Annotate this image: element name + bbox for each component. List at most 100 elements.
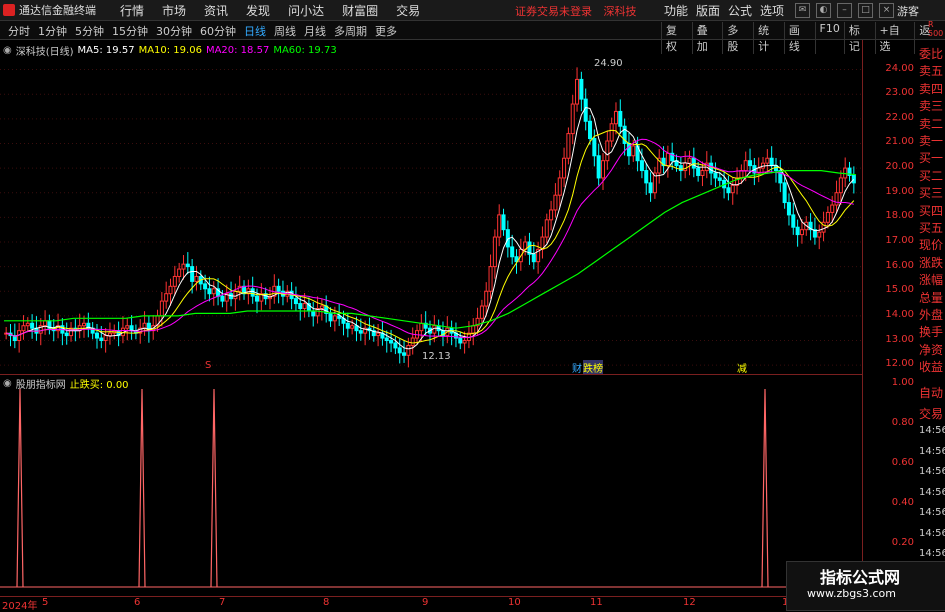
candle-body [172, 275, 177, 287]
menu-item-shichang[interactable]: 市场 [153, 2, 195, 19]
options-menu[interactable]: 选项 [760, 2, 784, 19]
minimize-icon[interactable]: – [837, 3, 852, 18]
side-sub-item: 14:56 [919, 486, 945, 498]
formula-menu[interactable]: 公式 [728, 2, 752, 19]
candle-body [479, 305, 484, 319]
side-item[interactable]: 涨幅 [919, 271, 943, 288]
menu-item-hangqing[interactable]: 行情 [111, 2, 153, 19]
side-item[interactable]: 卖三 [919, 97, 943, 114]
tab-weekly[interactable]: 周线 [270, 23, 300, 39]
side-item[interactable]: 换手 [919, 323, 943, 340]
indicator-settings-icon[interactable]: ◉ [3, 378, 12, 389]
menu-item-zixun[interactable]: 资讯 [195, 2, 237, 19]
tab-15min[interactable]: 15分钟 [108, 23, 152, 39]
side-item[interactable]: 买一 [919, 149, 943, 166]
side-item[interactable]: 收益 [919, 358, 943, 375]
high-price-label: 24.90 [594, 58, 623, 69]
price-tick: 14.00 [885, 308, 914, 320]
side-item[interactable]: 卖一 [919, 132, 943, 149]
candle-body [302, 303, 307, 309]
candle-body [553, 194, 558, 211]
tab-multi-period[interactable]: 多周期 [330, 23, 371, 39]
indicator-spike [16, 388, 24, 588]
candle-body [609, 123, 614, 142]
side-item[interactable]: 买三 [919, 184, 943, 201]
candle-body [501, 214, 506, 231]
candle-body [397, 347, 402, 354]
tab-5min[interactable]: 5分钟 [71, 23, 108, 39]
candle-body [358, 330, 363, 334]
side-item[interactable]: 买四 [919, 202, 943, 219]
settings-icon[interactable]: ◉ [3, 45, 12, 56]
maximize-icon[interactable]: □ [858, 3, 873, 18]
tab-monthly[interactable]: 月线 [300, 23, 330, 39]
side-item[interactable]: 外盘 [919, 306, 943, 323]
candle-body [107, 332, 112, 337]
skin-icon[interactable]: ◐ [816, 3, 831, 18]
candle-body [298, 303, 303, 309]
candle-body [795, 226, 800, 236]
chart-title: 深科技(日线) [15, 47, 74, 58]
tab-60min[interactable]: 60分钟 [196, 23, 240, 39]
candle-body [618, 110, 623, 127]
close-icon[interactable]: × [879, 3, 894, 18]
menu-item-faxian[interactable]: 发现 [237, 2, 279, 19]
candle-body [471, 325, 476, 334]
indicator-tick: 0.60 [891, 457, 914, 468]
indicator-chart[interactable] [0, 374, 862, 597]
function-menu[interactable]: 功能 [664, 2, 688, 19]
candle-body [717, 177, 722, 181]
side-sub-item: 14:56 [919, 466, 945, 477]
layout-menu[interactable]: 版面 [696, 2, 720, 19]
candle-body [748, 160, 753, 167]
date-label: 11 [590, 597, 603, 608]
candle-body [592, 138, 597, 157]
trade-status[interactable]: 证券交易未登录 [515, 5, 592, 18]
ma-legend: ◉ 深科技(日线) MA5: 19.57 MA10: 19.06 MA20: 1… [3, 43, 337, 58]
candle-body [164, 293, 169, 302]
candle-body [786, 202, 791, 216]
tab-more[interactable]: 更多 [371, 23, 401, 39]
price-tick: 23.00 [885, 87, 914, 99]
guest-user[interactable]: 游客 [897, 3, 919, 19]
side-item[interactable]: 卖四 [919, 80, 943, 97]
menu-item-wenxiaoda[interactable]: 问小达 [279, 2, 333, 19]
candle-body [492, 236, 497, 268]
candlestick-chart[interactable] [0, 40, 862, 375]
app-logo: 通达信金融终端 [0, 2, 111, 18]
candle-body [177, 268, 182, 277]
date-label: 9 [422, 597, 429, 608]
tab-30min[interactable]: 30分钟 [152, 23, 196, 39]
logo-icon [3, 4, 15, 16]
indicator-tick: 0.40 [891, 497, 914, 508]
candle-body [332, 315, 337, 322]
price-tick: 19.00 [885, 185, 914, 197]
candle-body [726, 187, 731, 194]
candle-body [570, 103, 575, 135]
side-item[interactable]: 现价 [919, 236, 943, 253]
side-item[interactable]: 委比 [919, 45, 943, 62]
tab-daily[interactable]: 日线 [240, 23, 270, 39]
date-label: 7 [219, 597, 226, 608]
menu-item-jiaoyi[interactable]: 交易 [387, 2, 429, 19]
side-item[interactable]: 买五 [919, 219, 943, 236]
candle-body [345, 322, 350, 329]
tab-1min[interactable]: 1分钟 [34, 23, 71, 39]
mail-icon[interactable]: ✉ [795, 3, 810, 18]
tab-fenshi[interactable]: 分时 [4, 23, 34, 39]
candle-body [30, 322, 35, 329]
side-item[interactable]: 总量 [919, 289, 943, 306]
side-item[interactable]: 净资 [919, 341, 943, 358]
period-toolbar: 分时 1分钟 5分钟 15分钟 30分钟 60分钟 日线 周线 月线 多周期 更… [0, 21, 945, 54]
candle-body [700, 170, 705, 176]
menu-item-caifuquan[interactable]: 财富圈 [333, 2, 387, 19]
candle-body [830, 204, 835, 213]
side-item[interactable]: 卖二 [919, 115, 943, 132]
side-item[interactable]: 卖五 [919, 62, 943, 79]
candle-body [838, 177, 843, 194]
candle-body [125, 325, 130, 329]
side-item[interactable]: 买二 [919, 167, 943, 184]
side-item[interactable]: 涨跌 [919, 254, 943, 271]
candle-body [575, 78, 580, 105]
candle-body [21, 325, 26, 332]
